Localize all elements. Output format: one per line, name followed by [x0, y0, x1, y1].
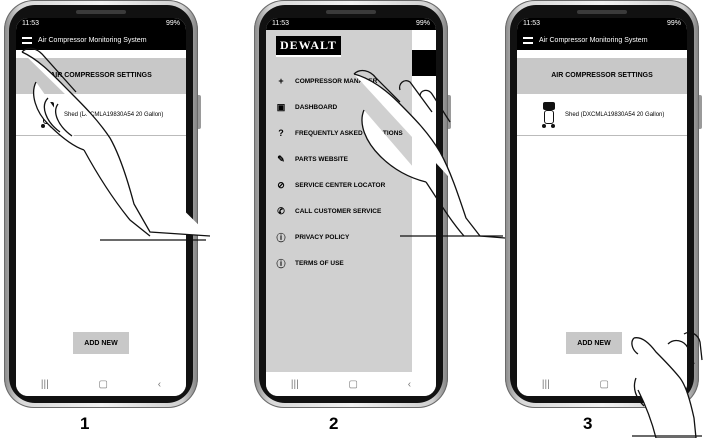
section-title: AIR COMPRESSOR SETTINGS	[517, 58, 687, 94]
navigation-drawer: DEWALT + COMPRESSOR MANAGER ▣ DASHBOARD ? F…	[266, 30, 412, 372]
speaker-grille	[577, 10, 627, 14]
compass-icon: ⊘	[277, 179, 285, 190]
menu-item-dashboard[interactable]: ▣ DASHBOARD	[266, 94, 412, 120]
hamburger-menu-icon[interactable]	[523, 36, 533, 44]
plus-icon: +	[278, 76, 284, 86]
app-bar: Air Compressor Monitoring System	[16, 30, 186, 50]
android-nav-bar: ||| ▢ ‹	[16, 372, 186, 396]
side-button	[699, 95, 702, 129]
back-icon[interactable]: ‹	[408, 379, 411, 390]
recents-icon[interactable]: |||	[41, 379, 49, 390]
screen-2: 11:53 99% DEWALT + COMPRESSOR MANAGER ▣ DA…	[266, 18, 436, 396]
dashboard-icon: ▣	[276, 101, 286, 112]
status-time: 11:53	[272, 20, 289, 27]
menu-item-privacy-policy[interactable]: ⓘ PRIVACY POLICY	[266, 224, 412, 250]
side-button	[198, 95, 201, 129]
section-title: AIR COMPRESSOR SETTINGS	[16, 58, 186, 94]
status-battery: 99%	[666, 20, 681, 27]
home-icon[interactable]: ▢	[348, 379, 357, 390]
menu-item-terms-of-use[interactable]: ⓘ TERMS OF USE	[266, 250, 412, 276]
add-new-button[interactable]: ADD NEW	[566, 332, 622, 354]
status-time: 11:53	[523, 20, 540, 27]
hamburger-menu-icon[interactable]	[22, 36, 32, 44]
android-nav-bar: ||| ▢ ‹	[266, 372, 436, 396]
device-name: Shed (DXCMLA19830A54 20 Gallon)	[64, 111, 164, 118]
screen-3: 11:53 99% Air Compressor Monitoring Syst…	[517, 18, 687, 396]
phone-2: 11:53 99% DEWALT + COMPRESSOR MANAGER ▣ DA…	[254, 0, 451, 408]
home-icon[interactable]: ▢	[98, 379, 107, 390]
device-name: Shed (DXCMLA19830A54 20 Gallon)	[565, 111, 665, 118]
status-battery: 99%	[415, 20, 430, 27]
app-bar: Air Compressor Monitoring System	[517, 30, 687, 50]
phone-icon: ✆	[277, 205, 285, 216]
speaker-grille	[326, 10, 376, 14]
recents-icon[interactable]: |||	[542, 379, 550, 390]
compressor-icon	[40, 101, 56, 128]
drawer-menu: + COMPRESSOR MANAGER ▣ DASHBOARD ? FREQUENT…	[266, 68, 412, 276]
recents-icon[interactable]: |||	[291, 379, 299, 390]
app-title: Air Compressor Monitoring System	[539, 36, 648, 44]
wrench-icon: ✎	[277, 153, 285, 164]
back-icon[interactable]: ‹	[659, 379, 662, 390]
status-bar: 11:53 99%	[517, 18, 687, 30]
android-nav-bar: ||| ▢ ‹	[517, 372, 687, 396]
home-icon[interactable]: ▢	[599, 379, 608, 390]
menu-item-parts-website[interactable]: ✎ PARTS WEBSITE	[266, 146, 412, 172]
status-bar: 11:53 99%	[16, 18, 186, 30]
phone-3: 11:53 99% Air Compressor Monitoring Syst…	[505, 0, 702, 408]
status-bar: 11:53 99%	[266, 18, 436, 30]
step-label-2: 2	[329, 414, 339, 433]
info-icon: ⓘ	[276, 258, 286, 269]
phone-1: 11:53 99% Air Compressor Monitoring Syst…	[4, 0, 201, 408]
question-icon: ?	[278, 128, 284, 138]
screen-1: 11:53 99% Air Compressor Monitoring Syst…	[16, 18, 186, 396]
status-battery: 99%	[165, 20, 180, 27]
info-icon: ⓘ	[276, 232, 286, 243]
add-new-button[interactable]: ADD NEW	[73, 332, 129, 354]
dewalt-logo: DEWALT	[276, 36, 341, 57]
status-time: 11:53	[22, 20, 39, 27]
app-bar-underlay	[412, 50, 436, 76]
compressor-icon	[541, 101, 557, 128]
step-label-1: 1	[80, 414, 90, 433]
speaker-grille	[76, 10, 126, 14]
menu-item-compressor-manager[interactable]: + COMPRESSOR MANAGER	[266, 68, 412, 94]
side-button	[448, 95, 451, 129]
device-row[interactable]: Shed (DXCMLA19830A54 20 Gallon)	[517, 94, 687, 136]
back-icon[interactable]: ‹	[158, 379, 161, 390]
step-label-3: 3	[583, 414, 593, 433]
menu-item-faq[interactable]: ? FREQUENTLY ASKED QUESTIONS	[266, 120, 412, 146]
app-title: Air Compressor Monitoring System	[38, 36, 147, 44]
menu-item-customer-service[interactable]: ✆ CALL CUSTOMER SERVICE	[266, 198, 412, 224]
menu-item-service-center[interactable]: ⊘ SERVICE CENTER LOCATOR	[266, 172, 412, 198]
device-row[interactable]: Shed (DXCMLA19830A54 20 Gallon)	[16, 94, 186, 136]
